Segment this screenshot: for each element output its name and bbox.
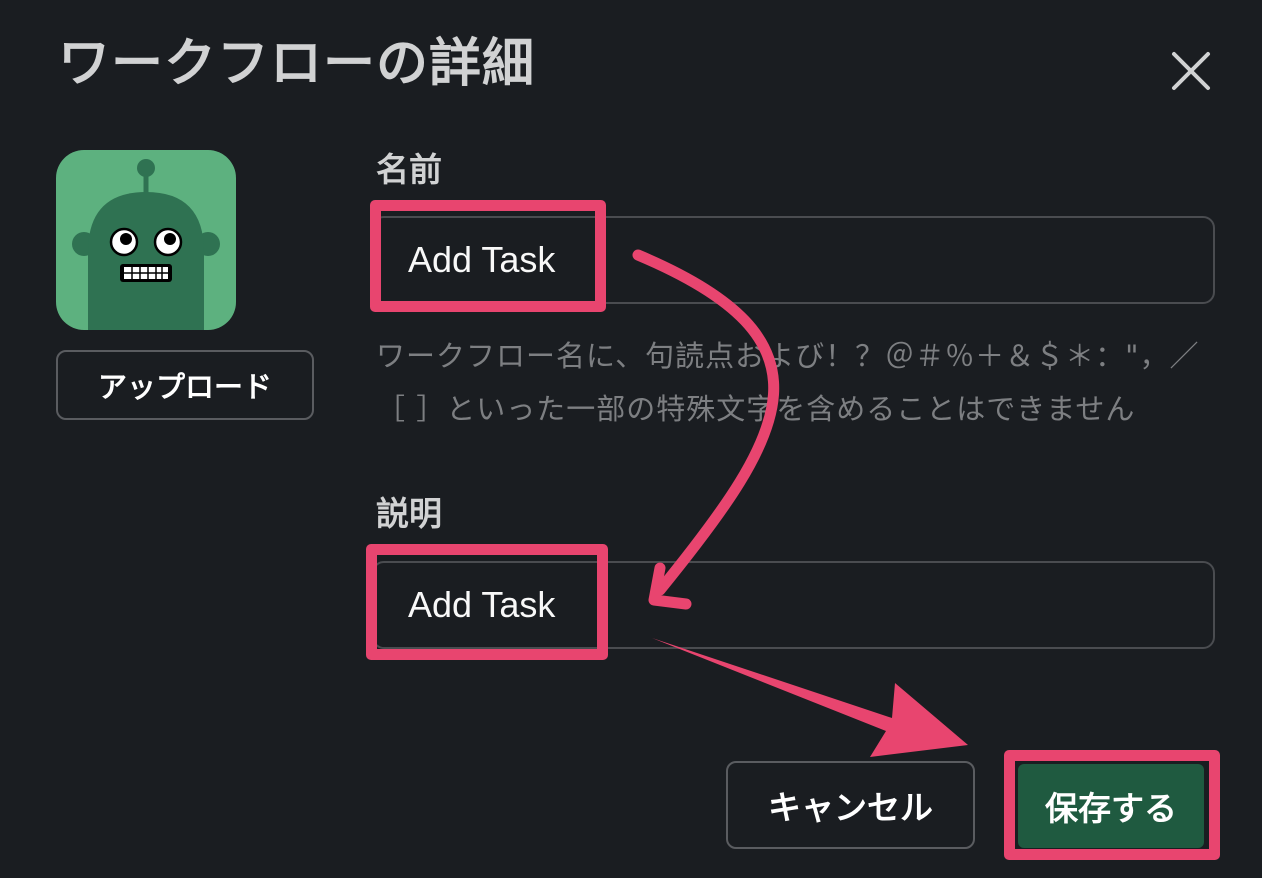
save-button[interactable]: 保存する — [1018, 764, 1204, 848]
description-label: 説明 — [376, 494, 442, 533]
annotation-arrows — [632, 249, 968, 757]
name-help-text: ワークフロー名に、句読点および！？＠＃％＋＆＄＊："，／［ ］といった一部の特殊… — [376, 339, 1200, 426]
name-label: 名前 — [376, 150, 442, 189]
upload-button[interactable]: アップロード — [56, 350, 314, 420]
close-button[interactable] — [1164, 44, 1218, 98]
straight-arrow — [652, 638, 968, 757]
description-input[interactable] — [372, 561, 1215, 649]
cancel-button[interactable]: キャンセル — [726, 761, 975, 849]
close-icon — [1172, 52, 1210, 90]
robot-avatar-icon — [72, 159, 220, 330]
name-input[interactable] — [372, 216, 1215, 304]
workflow-avatar — [56, 150, 236, 330]
dialog-title: ワークフローの詳細 — [58, 34, 536, 94]
